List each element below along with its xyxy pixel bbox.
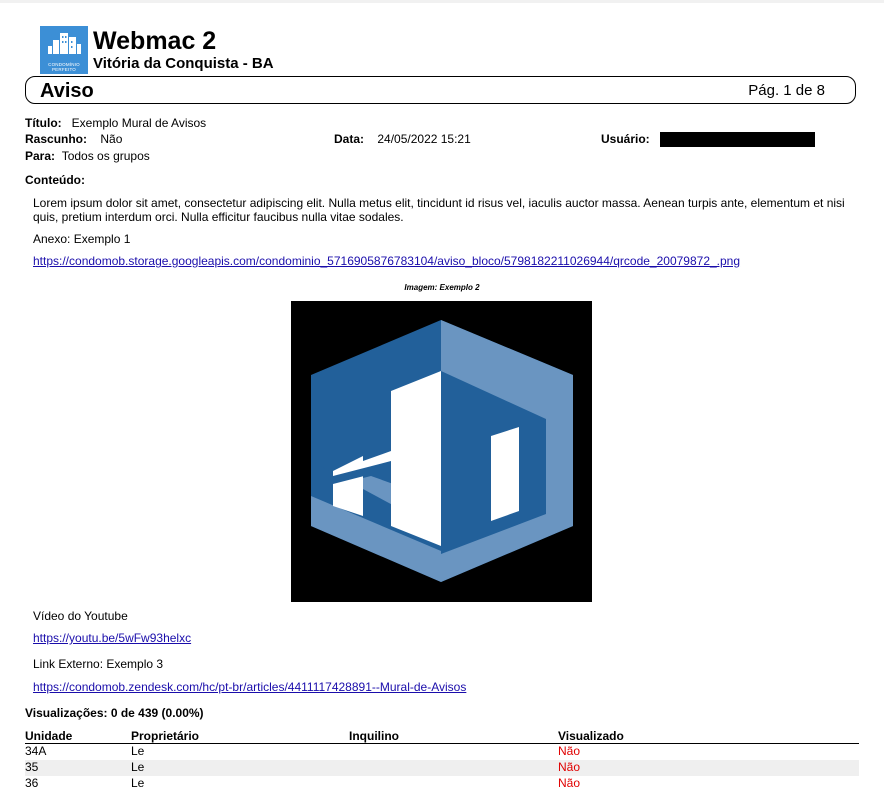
page-indicator: Pág. 1 de 8 [748,82,825,99]
cell-visualizado: Não [558,760,581,774]
usuario-label: Usuário: [601,132,650,146]
para-value: Todos os grupos [61,149,150,163]
views-summary: Visualizações: 0 de 439 (0.00%) [25,706,204,720]
external-link-label: Link Externo: Exemplo 3 [33,657,164,671]
document-type: Aviso [40,80,94,102]
data-value: 24/05/2022 15:21 [377,132,471,146]
column-header-inquilino: Inquilino [349,729,399,743]
column-header-proprietario: Proprietário [131,729,200,743]
meta-usuario: Usuário: [601,132,650,147]
cell-proprietario: Le [131,760,145,774]
top-border [0,0,884,3]
column-header-unidade: Unidade [25,729,73,743]
attachment-label: Anexo: Exemplo 1 [33,232,131,246]
content-label: Conteúdo: [25,173,85,187]
document-title-bar: Aviso Pág. 1 de 8 [25,76,856,104]
data-label: Data: [334,132,365,146]
org-name: Webmac 2 [93,27,217,55]
titulo-label: Título: [25,116,62,130]
cell-proprietario: Le [131,744,145,758]
meta-titulo: Título: Exemplo Mural de Avisos [25,116,206,131]
meta-para: Para: Todos os grupos [25,149,150,164]
table-row: 34A Le Não [25,744,859,760]
column-header-visualizado: Visualizado [558,729,624,743]
rascunho-value: Não [100,132,123,146]
building-logo-image [291,301,592,602]
content-text: Lorem ipsum dolor sit amet, consectetur … [33,196,845,224]
video-label: Vídeo do Youtube [33,609,128,623]
video-link[interactable]: https://youtu.be/5wFw93helxc [33,631,191,645]
table-row: 36 Le Não [25,776,859,792]
redacted-user-name [660,132,815,147]
rascunho-label: Rascunho: [25,132,88,146]
image-caption: Imagem: Exemplo 2 [404,283,480,292]
building-logo-icon: CONDOMÍNIO PERFEITO [40,26,88,74]
cell-visualizado: Não [558,776,581,790]
external-link[interactable]: https://condomob.zendesk.com/hc/pt-br/ar… [33,680,466,694]
attachment-link[interactable]: https://condomob.storage.googleapis.com/… [33,254,740,268]
logo-caption: PERFEITO [51,67,77,72]
views-table: Unidade Proprietário Inquilino Visualiza… [25,729,859,792]
meta-rascunho: Rascunho: Não [25,132,122,147]
cell-visualizado: Não [558,744,581,758]
cell-unidade: 36 [25,776,39,790]
cell-unidade: 35 [25,760,39,774]
meta-data: Data: 24/05/2022 15:21 [334,132,471,147]
titulo-value: Exemplo Mural de Avisos [71,116,207,130]
org-city: Vitória da Conquista - BA [93,55,274,72]
cell-unidade: 34A [25,744,47,758]
table-header: Unidade Proprietário Inquilino Visualiza… [25,729,859,744]
cell-proprietario: Le [131,776,145,790]
table-row: 35 Le Não [25,760,859,776]
para-label: Para: [25,149,56,163]
